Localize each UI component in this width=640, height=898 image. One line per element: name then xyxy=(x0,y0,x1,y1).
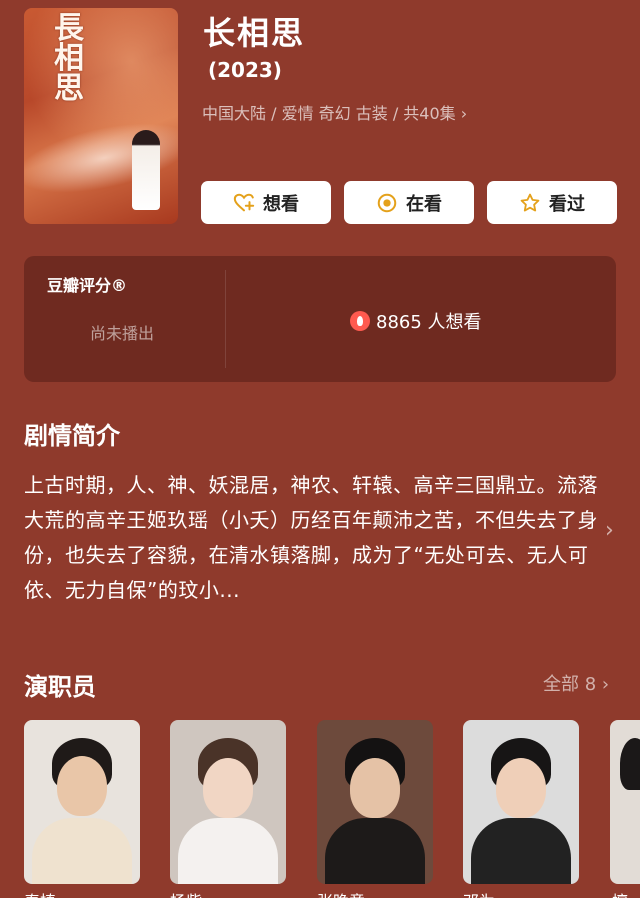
chevron-right-icon[interactable]: › xyxy=(605,518,614,543)
cast-photo-body xyxy=(471,818,571,884)
synopsis-title: 剧情简介 xyxy=(24,422,120,450)
cast-all-label: 全部 8 xyxy=(543,674,597,695)
poster-calligraphy: 長相思 xyxy=(54,11,84,106)
cast-name: 张晚意 xyxy=(317,888,365,898)
cast-all-link[interactable]: 全部 8 › xyxy=(543,670,609,696)
cast-name: 秦榛 xyxy=(24,888,56,898)
cast-photo-body xyxy=(178,818,278,884)
want-count: 8865 人想看 xyxy=(350,308,482,334)
cast-card[interactable] xyxy=(463,720,579,884)
cast-photo-face xyxy=(57,756,107,816)
cast-photo-face xyxy=(496,758,546,818)
flame-icon xyxy=(350,311,370,331)
cast-photo-face xyxy=(350,758,400,818)
cast-card[interactable] xyxy=(170,720,286,884)
cast-name: 檀 xyxy=(612,888,628,898)
chevron-right-icon: › xyxy=(601,674,610,695)
cast-title: 演职员 xyxy=(24,673,96,701)
show-title: 长相思 xyxy=(203,14,306,52)
target-circle-icon xyxy=(376,192,398,214)
synopsis-text[interactable]: 上古时期，人、神、妖混居，神农、轩辕、高辛三国鼎立。流落大荒的高辛王姬玖瑶（小夭… xyxy=(24,468,599,608)
rating-divider xyxy=(225,270,226,368)
watched-button[interactable]: 看过 xyxy=(487,181,617,224)
cast-card[interactable] xyxy=(610,720,640,884)
poster-image[interactable]: 長相思 xyxy=(24,8,178,224)
rating-panel[interactable]: 豆瓣评分® 尚未播出 8865 人想看 xyxy=(24,256,616,382)
watching-button[interactable]: 在看 xyxy=(344,181,474,224)
show-year: (2023) xyxy=(208,58,282,82)
show-meta-text: 中国大陆 / 爱情 奇幻 古装 / 共40集 xyxy=(202,104,456,123)
cast-name: 邓为 xyxy=(463,888,495,898)
cast-card[interactable] xyxy=(24,720,140,884)
cast-name: 杨紫 xyxy=(170,888,202,898)
show-meta-link[interactable]: 中国大陆 / 爱情 奇幻 古装 / 共40集 › xyxy=(202,100,467,124)
rating-status: 尚未播出 xyxy=(90,324,155,343)
cast-photo-hair xyxy=(620,738,640,790)
cast-photo-body xyxy=(325,818,425,884)
douban-rating-label: 豆瓣评分® xyxy=(47,276,128,295)
want-to-watch-button[interactable]: 想看 xyxy=(201,181,331,224)
cast-card[interactable] xyxy=(317,720,433,884)
want-count-text: 8865 人想看 xyxy=(376,312,482,333)
cast-photo-body xyxy=(32,818,132,884)
watched-label: 看过 xyxy=(549,193,585,215)
heart-plus-icon xyxy=(233,192,255,214)
watching-label: 在看 xyxy=(406,193,442,215)
poster-figure xyxy=(132,130,160,210)
chevron-right-icon: › xyxy=(460,104,468,123)
cast-photo-face xyxy=(203,758,253,818)
want-to-watch-label: 想看 xyxy=(263,193,299,215)
star-icon xyxy=(519,192,541,214)
